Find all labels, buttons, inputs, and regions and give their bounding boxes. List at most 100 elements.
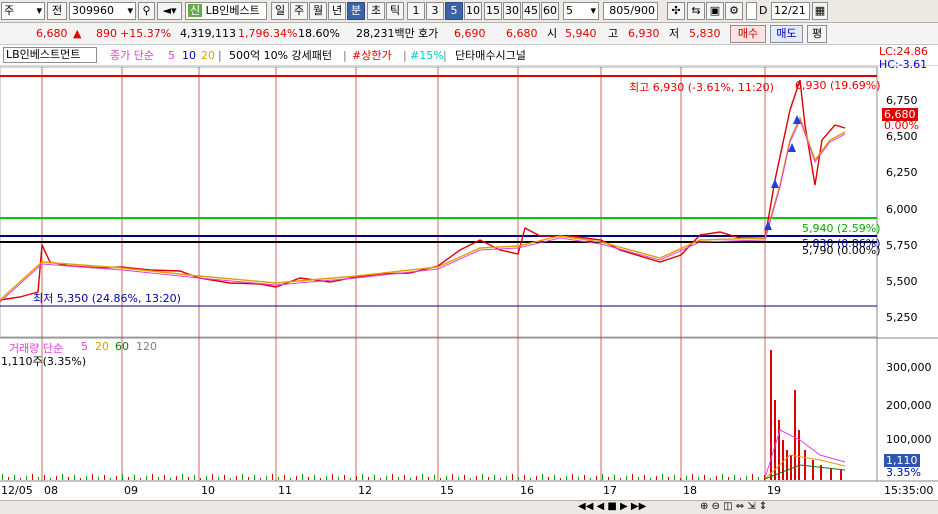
- low-annotation: 최저 5,350 (24.86%, 13:20): [33, 292, 181, 305]
- volume-bar: [728, 477, 729, 480]
- volume-bar: [830, 468, 832, 480]
- volume-bar: [368, 477, 369, 480]
- volume-bar: [500, 478, 501, 480]
- volume-bar: [86, 476, 87, 480]
- volume-bar: [248, 477, 249, 480]
- volume-box-pct: 3.35%: [886, 466, 921, 479]
- zoom-icons[interactable]: ⊕ ⊖ ◫ ⇔ ⇲ ⇕: [700, 501, 767, 512]
- volume-bar: [596, 476, 597, 480]
- volume-bar: [524, 475, 525, 480]
- volume-bar: [266, 476, 267, 480]
- volume-bar: [254, 475, 255, 480]
- volume-bar: [38, 477, 39, 480]
- line1-label: 5,940 (2.59%): [802, 222, 881, 235]
- volume-bar: [626, 476, 627, 480]
- volume-bar: [140, 478, 141, 480]
- volume-bar: [362, 474, 363, 480]
- volume-bar: [458, 477, 459, 480]
- volume-bar: [560, 478, 561, 480]
- volume-bar: [194, 475, 195, 480]
- volume-bar: [398, 477, 399, 480]
- volume-bar: [590, 478, 591, 480]
- volume-bar: [188, 477, 189, 480]
- volume-bar: [332, 474, 333, 480]
- volume-bar: [380, 478, 381, 480]
- price-chart[interactable]: [0, 0, 938, 514]
- ma20-series: [0, 116, 846, 301]
- volume-bar: [80, 478, 81, 480]
- volume-bar: [698, 477, 699, 480]
- volume-bar: [374, 475, 375, 480]
- volume-bar: [320, 478, 321, 480]
- volume-bar: [452, 474, 453, 480]
- price-axis-tick: 5,750: [886, 239, 918, 252]
- volume-bar: [578, 477, 579, 480]
- price-axis-tick: 6,750: [886, 94, 918, 107]
- line3-label: 5,790 (0.00%): [802, 244, 881, 257]
- volume-bar: [786, 450, 788, 480]
- volume-bar: [704, 475, 705, 480]
- volume-bar: [572, 474, 573, 480]
- volume-bar: [14, 475, 15, 480]
- volume-bar: [798, 430, 800, 480]
- volume-bar: [8, 477, 9, 480]
- date-label: 11: [278, 484, 292, 497]
- volume-bar: [650, 478, 651, 480]
- volume-bar: [722, 474, 723, 480]
- volume-bar: [746, 476, 747, 480]
- volume-bar: [290, 478, 291, 480]
- volume-bar: [20, 478, 21, 480]
- volume-bar: [422, 474, 423, 480]
- scroll-first-icon[interactable]: ◀◀ ◀ ■ ▶ ▶▶: [578, 501, 646, 512]
- volume-bar: [56, 476, 57, 480]
- volume-bar: [302, 474, 303, 480]
- volume-bar: [440, 478, 441, 480]
- volume-axis-tick: 100,000: [886, 433, 932, 446]
- volume-bar: [104, 475, 105, 480]
- volume-bar: [542, 474, 543, 480]
- volume-bar: [752, 474, 753, 480]
- volume-bar: [26, 476, 27, 480]
- volume-bar: [260, 478, 261, 480]
- volume-bar: [338, 477, 339, 480]
- volume-bar: [200, 478, 201, 480]
- volume-bar: [356, 476, 357, 480]
- volume-bar: [638, 477, 639, 480]
- volume-axis-tick: 300,000: [886, 361, 932, 374]
- high-right-annotation: 6,930 (19.69%): [795, 79, 881, 92]
- volume-bar: [434, 475, 435, 480]
- volume-bar: [236, 476, 237, 480]
- volume-bar: [98, 477, 99, 480]
- volume-bar: [152, 474, 153, 480]
- volume-bar: [284, 475, 285, 480]
- volume-bar: [386, 476, 387, 480]
- volume-bar: [734, 475, 735, 480]
- vol-ma5-label: 5: [81, 340, 88, 353]
- volume-bar: [122, 474, 123, 480]
- price-series: [0, 79, 846, 301]
- volume-bar: [392, 474, 393, 480]
- volume-bar: [512, 474, 513, 480]
- volume-bar: [242, 474, 243, 480]
- volume-bar: [674, 475, 675, 480]
- volume-bar: [620, 478, 621, 480]
- volume-bar: [482, 474, 483, 480]
- volume-bar: [272, 474, 273, 480]
- volume-bar: [164, 475, 165, 480]
- volume-bar: [530, 478, 531, 480]
- volume-bar: [344, 475, 345, 480]
- date-label: 12/05: [1, 484, 33, 497]
- volume-bar: [32, 474, 33, 480]
- volume-bar: [548, 477, 549, 480]
- volume-bar: [74, 475, 75, 480]
- date-label: 18: [683, 484, 697, 497]
- volume-bar: [224, 475, 225, 480]
- volume-bar: [230, 478, 231, 480]
- volume-bar: [758, 477, 759, 480]
- volume-bar: [158, 477, 159, 480]
- volume-bar: [428, 477, 429, 480]
- time-label: 15:35:00: [884, 484, 934, 497]
- volume-bar: [2, 474, 3, 480]
- volume-bar: [176, 476, 177, 480]
- price-axis-tick: 6,000: [886, 203, 918, 216]
